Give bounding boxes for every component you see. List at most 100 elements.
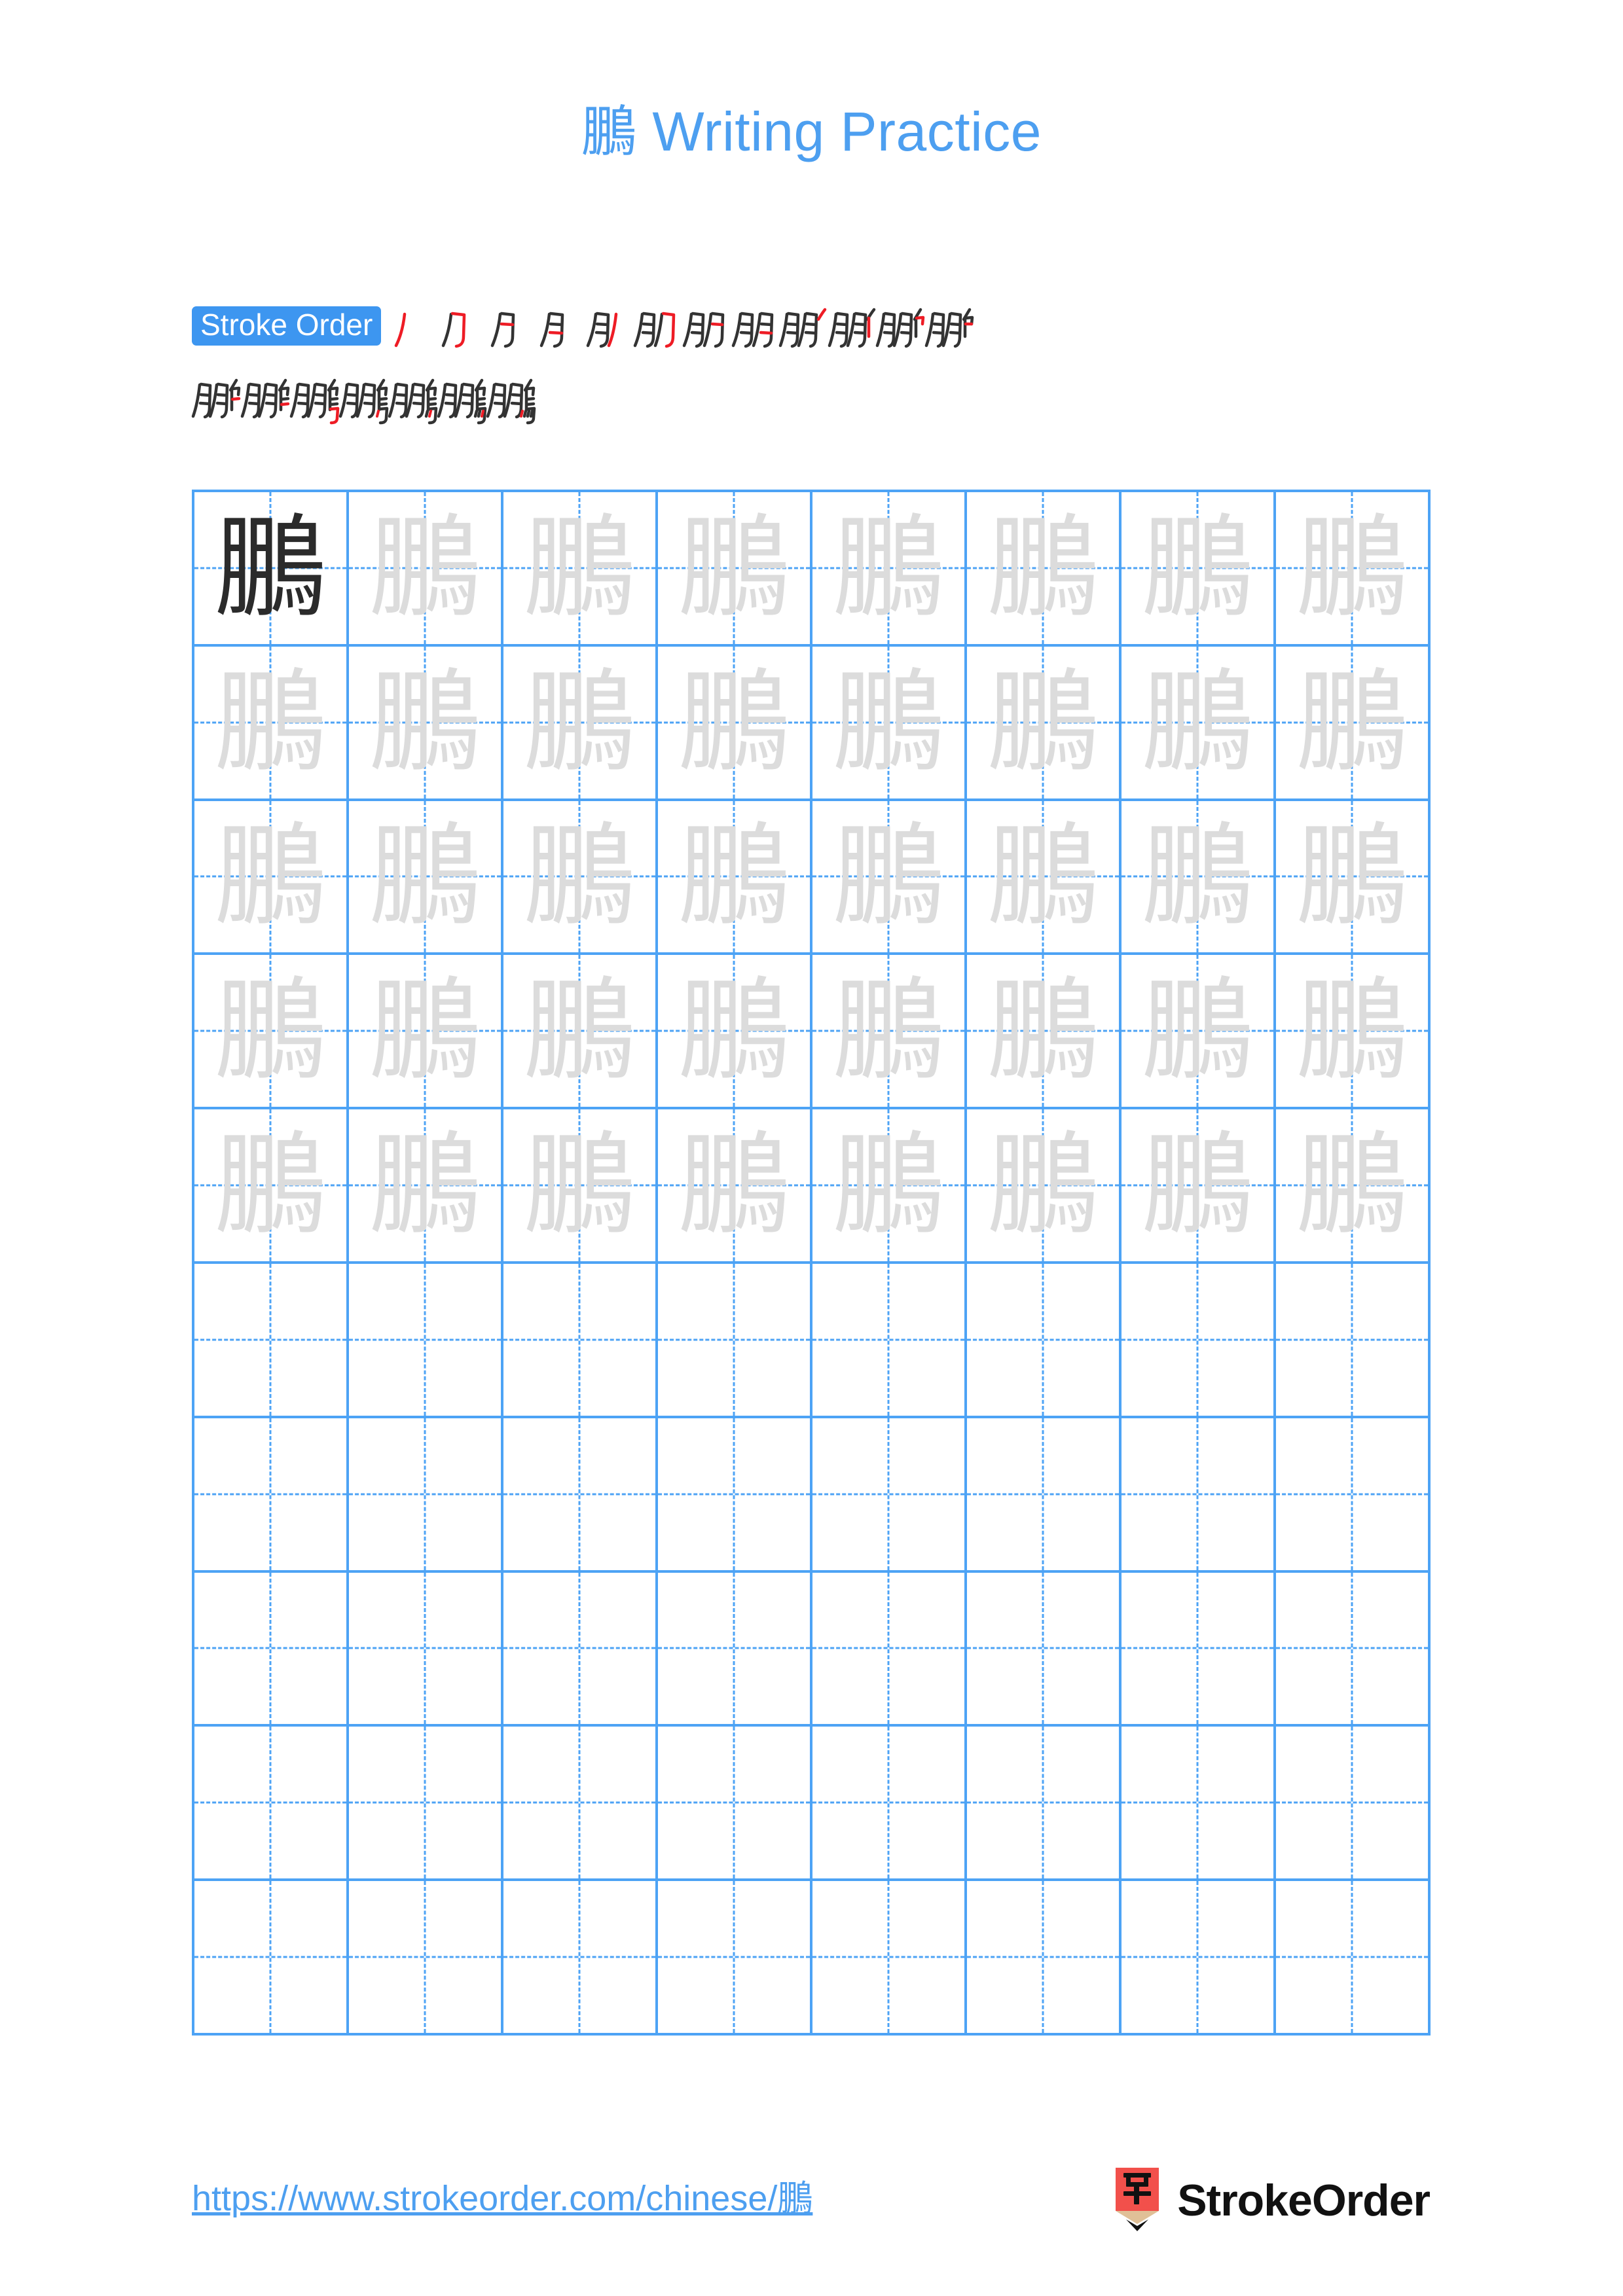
practice-cell-trace[interactable]: 鵬: [812, 646, 967, 801]
practice-cell-empty[interactable]: 鵬: [194, 1264, 349, 1418]
practice-cell-empty[interactable]: 鵬: [194, 1727, 349, 1882]
practice-cell-empty[interactable]: 鵬: [1276, 1418, 1431, 1573]
practice-cell-trace[interactable]: 鵬: [812, 800, 967, 956]
practice-character: 鵬: [832, 1121, 944, 1251]
practice-cell-model[interactable]: 鵬: [194, 492, 349, 647]
practice-cell-empty[interactable]: 鵬: [658, 1881, 812, 2036]
practice-cell-trace[interactable]: 鵬: [349, 800, 503, 956]
practice-cell-empty[interactable]: 鵬: [1122, 1264, 1276, 1418]
practice-cell-empty[interactable]: 鵬: [503, 1572, 658, 1727]
practice-cell-empty[interactable]: 鵬: [1122, 1727, 1276, 1882]
practice-cell-trace[interactable]: 鵬: [967, 492, 1122, 647]
practice-cell-trace[interactable]: 鵬: [1276, 646, 1431, 801]
practice-cell-empty[interactable]: 鵬: [194, 1881, 349, 2036]
practice-cell-trace[interactable]: 鵬: [349, 955, 503, 1110]
practice-cell-empty[interactable]: 鵬: [967, 1264, 1122, 1418]
practice-cell-empty[interactable]: 鵬: [812, 1264, 967, 1418]
stroke-step-2: [434, 302, 483, 356]
practice-cell-empty[interactable]: 鵬: [503, 1418, 658, 1573]
practice-cell-trace[interactable]: 鵬: [503, 1109, 658, 1264]
practice-cell-empty[interactable]: 鵬: [967, 1727, 1122, 1882]
practice-cell-trace[interactable]: 鵬: [658, 955, 812, 1110]
practice-cell-empty[interactable]: 鵬: [1122, 1418, 1276, 1573]
practice-cell-trace[interactable]: 鵬: [658, 800, 812, 956]
practice-cell-trace[interactable]: 鵬: [812, 1109, 967, 1264]
practice-cell-empty[interactable]: 鵬: [658, 1418, 812, 1573]
practice-cell-trace[interactable]: 鵬: [658, 646, 812, 801]
practice-character: 鵬: [1141, 966, 1253, 1096]
practice-cell-empty[interactable]: 鵬: [349, 1264, 503, 1418]
practice-cell-empty[interactable]: 鵬: [503, 1264, 658, 1418]
practice-cell-empty[interactable]: 鵬: [658, 1727, 812, 1882]
practice-cell-empty[interactable]: 鵬: [812, 1418, 967, 1573]
practice-cell-trace[interactable]: 鵬: [967, 955, 1122, 1110]
practice-cell-empty[interactable]: 鵬: [1122, 1881, 1276, 2036]
practice-cell-trace[interactable]: 鵬: [967, 800, 1122, 956]
practice-cell-empty[interactable]: 鵬: [812, 1572, 967, 1727]
practice-cell-empty[interactable]: 鵬: [503, 1881, 658, 2036]
stroke-step-17: [388, 373, 438, 427]
practice-cell-trace[interactable]: 鵬: [349, 492, 503, 647]
practice-cell-empty[interactable]: 鵬: [349, 1727, 503, 1882]
practice-cell-empty[interactable]: 鵬: [349, 1881, 503, 2036]
practice-cell-trace[interactable]: 鵬: [967, 646, 1122, 801]
practice-cell-trace[interactable]: 鵬: [1122, 800, 1276, 956]
practice-cell-trace[interactable]: 鵬: [1276, 800, 1431, 956]
practice-cell-empty[interactable]: 鵬: [1276, 1881, 1431, 2036]
practice-cell-trace[interactable]: 鵬: [1122, 492, 1276, 647]
practice-cell-trace[interactable]: 鵬: [658, 492, 812, 647]
practice-cell-empty[interactable]: 鵬: [967, 1418, 1122, 1573]
practice-cell-trace[interactable]: 鵬: [1276, 1109, 1431, 1264]
practice-cell-trace[interactable]: 鵬: [1122, 646, 1276, 801]
practice-cell-empty[interactable]: 鵬: [1276, 1572, 1431, 1727]
practice-cell-trace[interactable]: 鵬: [349, 646, 503, 801]
practice-cell-trace[interactable]: 鵬: [503, 646, 658, 801]
practice-cell-trace[interactable]: 鵬: [812, 492, 967, 647]
practice-cell-empty[interactable]: 鵬: [349, 1418, 503, 1573]
practice-character: 鵬: [1141, 1121, 1253, 1251]
stroke-step-3: [483, 302, 532, 356]
practice-cell-trace[interactable]: 鵬: [1122, 955, 1276, 1110]
practice-cell-trace[interactable]: 鵬: [503, 955, 658, 1110]
stroke-step-9: [778, 302, 827, 356]
practice-cell-empty[interactable]: 鵬: [1276, 1264, 1431, 1418]
practice-cell-empty[interactable]: 鵬: [967, 1881, 1122, 2036]
practice-cell-trace[interactable]: 鵬: [194, 955, 349, 1110]
practice-cell-trace[interactable]: 鵬: [503, 492, 658, 647]
practice-cell-empty[interactable]: 鵬: [1276, 1727, 1431, 1882]
practice-cell-trace[interactable]: 鵬: [194, 646, 349, 801]
strokeorder-pencil-logo-icon: [1116, 2168, 1159, 2231]
practice-cell-empty[interactable]: 鵬: [194, 1418, 349, 1573]
stroke-step-10-icon: [828, 308, 876, 348]
practice-cell-trace[interactable]: 鵬: [503, 800, 658, 956]
brand-lockup: StrokeOrder: [1112, 2168, 1431, 2233]
practice-cell-trace[interactable]: 鵬: [1276, 492, 1431, 647]
stroke-step-5: [581, 302, 630, 356]
stroke-step-7-icon: [683, 312, 725, 348]
practice-character: 鵬: [1141, 503, 1253, 633]
practice-cell-empty[interactable]: 鵬: [812, 1881, 967, 2036]
stroke-step-4: [532, 302, 581, 356]
practice-cell-empty[interactable]: 鵬: [658, 1264, 812, 1418]
practice-cell-trace[interactable]: 鵬: [194, 1109, 349, 1264]
practice-cell-empty[interactable]: 鵬: [349, 1572, 503, 1727]
practice-cell-empty[interactable]: 鵬: [812, 1727, 967, 1882]
practice-cell-empty[interactable]: 鵬: [967, 1572, 1122, 1727]
practice-cell-trace[interactable]: 鵬: [1276, 955, 1431, 1110]
practice-cell-trace[interactable]: 鵬: [349, 1109, 503, 1264]
practice-cell-trace[interactable]: 鵬: [967, 1109, 1122, 1264]
practice-cell-empty[interactable]: 鵬: [1122, 1572, 1276, 1727]
practice-character: 鵬: [1141, 812, 1253, 942]
practice-cell-empty[interactable]: 鵬: [194, 1572, 349, 1727]
practice-cell-trace[interactable]: 鵬: [812, 955, 967, 1110]
practice-cell-empty[interactable]: 鵬: [658, 1572, 812, 1727]
practice-cell-trace[interactable]: 鵬: [658, 1109, 812, 1264]
source-url-link[interactable]: https://www.strokeorder.com/chinese/鵬: [192, 2179, 812, 2218]
practice-cell-empty[interactable]: 鵬: [503, 1727, 658, 1882]
brand-name: StrokeOrder: [1177, 2176, 1431, 2225]
practice-cell-trace[interactable]: 鵬: [1122, 1109, 1276, 1264]
stroke-order-row-1: Stroke Order: [192, 302, 1436, 356]
practice-cell-trace[interactable]: 鵬: [194, 800, 349, 956]
stroke-step-4-icon: [540, 312, 564, 348]
stroke-step-8-icon: [732, 312, 774, 348]
